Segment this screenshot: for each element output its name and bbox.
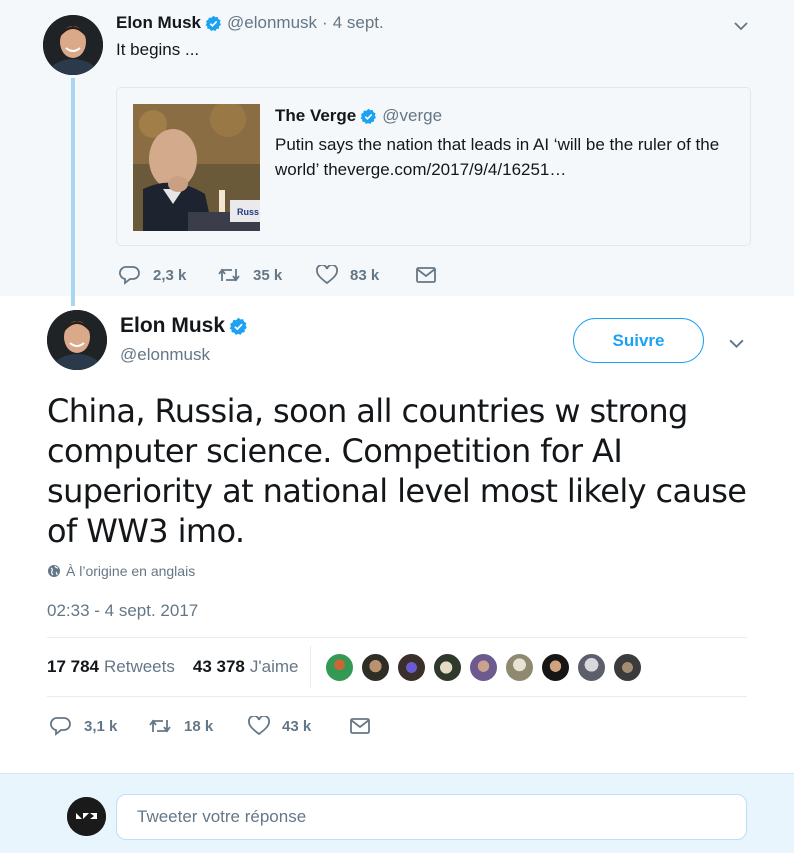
parent-tweet-header: Elon Musk @elonmusk · 4 sept. bbox=[116, 13, 384, 33]
like-count: 83 k bbox=[350, 266, 380, 284]
translation-note-text: À l’origine en anglais bbox=[66, 563, 196, 579]
reply-button[interactable]: 2,3 k bbox=[119, 265, 217, 285]
retweet-icon bbox=[218, 268, 240, 282]
parent-author-avatar[interactable] bbox=[43, 15, 103, 75]
like-icon bbox=[316, 265, 338, 285]
likes-total: 43 378 bbox=[192, 657, 245, 676]
liker-avatar[interactable] bbox=[469, 653, 498, 682]
liker-avatar[interactable] bbox=[361, 653, 390, 682]
globe-icon bbox=[48, 565, 60, 577]
verified-badge-icon bbox=[360, 108, 377, 124]
parent-tweet-text: It begins ... bbox=[116, 40, 200, 59]
main-tweet-text: China, Russia, soon all countries w stro… bbox=[47, 392, 747, 550]
reply-icon bbox=[119, 266, 140, 285]
liker-avatars bbox=[325, 653, 649, 682]
like-button[interactable]: 43 k bbox=[248, 716, 349, 736]
likes-stat[interactable]: 43 378 J'aime bbox=[193, 657, 299, 677]
retweet-button[interactable]: 18 k bbox=[148, 716, 248, 736]
chevron-down-icon[interactable] bbox=[733, 18, 749, 34]
main-action-bar: 3,1 k 18 k 43 k bbox=[50, 716, 371, 736]
tweet-timestamp[interactable]: 02:33 - 4 sept. 2017 bbox=[47, 601, 198, 621]
link-card[interactable]: Russ The Verge @verge Putin says the nat… bbox=[116, 87, 751, 246]
current-user-avatar[interactable] bbox=[67, 797, 106, 836]
reply-count: 2,3 k bbox=[153, 266, 187, 284]
direct-message-icon bbox=[416, 267, 436, 283]
parent-tweet-date[interactable]: 4 sept. bbox=[333, 13, 384, 33]
reply-button[interactable]: 3,1 k bbox=[50, 716, 148, 736]
liker-avatar[interactable] bbox=[541, 653, 570, 682]
parent-author-handle[interactable]: @elonmusk bbox=[227, 13, 317, 33]
reply-icon bbox=[50, 717, 71, 736]
liker-avatar[interactable] bbox=[325, 653, 354, 682]
retweets-stat[interactable]: 17 784 Retweets bbox=[47, 657, 175, 677]
retweet-button[interactable]: 35 k bbox=[217, 265, 316, 285]
retweets-total: 17 784 bbox=[47, 657, 99, 676]
retweet-count: 18 k bbox=[184, 717, 214, 735]
parent-action-bar: 2,3 k 35 k 83 k bbox=[119, 265, 437, 285]
verified-badge-icon bbox=[205, 15, 221, 31]
retweets-label: Retweets bbox=[104, 657, 175, 676]
direct-message-icon bbox=[350, 718, 370, 734]
thread-connector-line bbox=[71, 78, 75, 306]
card-source-handle: @verge bbox=[382, 106, 443, 125]
stats-divider-top bbox=[47, 637, 747, 638]
liker-avatar[interactable] bbox=[613, 653, 642, 682]
card-image: Russ bbox=[133, 104, 260, 231]
follow-button[interactable]: Suivre bbox=[573, 318, 704, 363]
verified-badge-icon bbox=[229, 317, 247, 335]
parent-author-name[interactable]: Elon Musk bbox=[116, 13, 201, 33]
liker-avatar[interactable] bbox=[433, 653, 462, 682]
chevron-down-icon[interactable] bbox=[728, 335, 745, 352]
direct-message-button[interactable] bbox=[349, 717, 371, 735]
main-author-handle[interactable]: @elonmusk bbox=[120, 345, 210, 365]
main-author-name-row[interactable]: Elon Musk bbox=[120, 314, 248, 338]
translation-note[interactable]: À l’origine en anglais bbox=[47, 563, 195, 579]
header-separator: · bbox=[322, 13, 328, 32]
like-icon bbox=[248, 716, 270, 736]
card-image-label: Russ bbox=[237, 207, 259, 217]
card-source-name: The Verge bbox=[275, 106, 357, 125]
like-button[interactable]: 83 k bbox=[316, 265, 415, 285]
retweet-icon bbox=[149, 719, 171, 733]
stats-divider-bottom bbox=[47, 696, 747, 697]
liker-avatar[interactable] bbox=[397, 653, 426, 682]
direct-message-button[interactable] bbox=[415, 266, 437, 284]
card-description[interactable]: Putin says the nation that leads in AI ‘… bbox=[275, 132, 740, 182]
reply-count: 3,1 k bbox=[84, 717, 118, 735]
retweet-count: 35 k bbox=[253, 266, 283, 284]
likes-label: J'aime bbox=[249, 657, 299, 676]
like-count: 43 k bbox=[282, 717, 312, 735]
liker-avatar[interactable] bbox=[505, 653, 534, 682]
card-title[interactable]: The Verge @verge bbox=[275, 106, 442, 126]
main-author-name: Elon Musk bbox=[120, 314, 226, 337]
stats-vertical-divider bbox=[310, 646, 311, 688]
main-author-avatar[interactable] bbox=[47, 310, 107, 370]
parent-tweet[interactable]: Elon Musk @elonmusk · 4 sept. It begins … bbox=[0, 0, 794, 296]
engagement-stats: 17 784 Retweets 43 378 J'aime bbox=[47, 657, 298, 677]
reply-input[interactable] bbox=[116, 794, 747, 840]
liker-avatar[interactable] bbox=[577, 653, 606, 682]
